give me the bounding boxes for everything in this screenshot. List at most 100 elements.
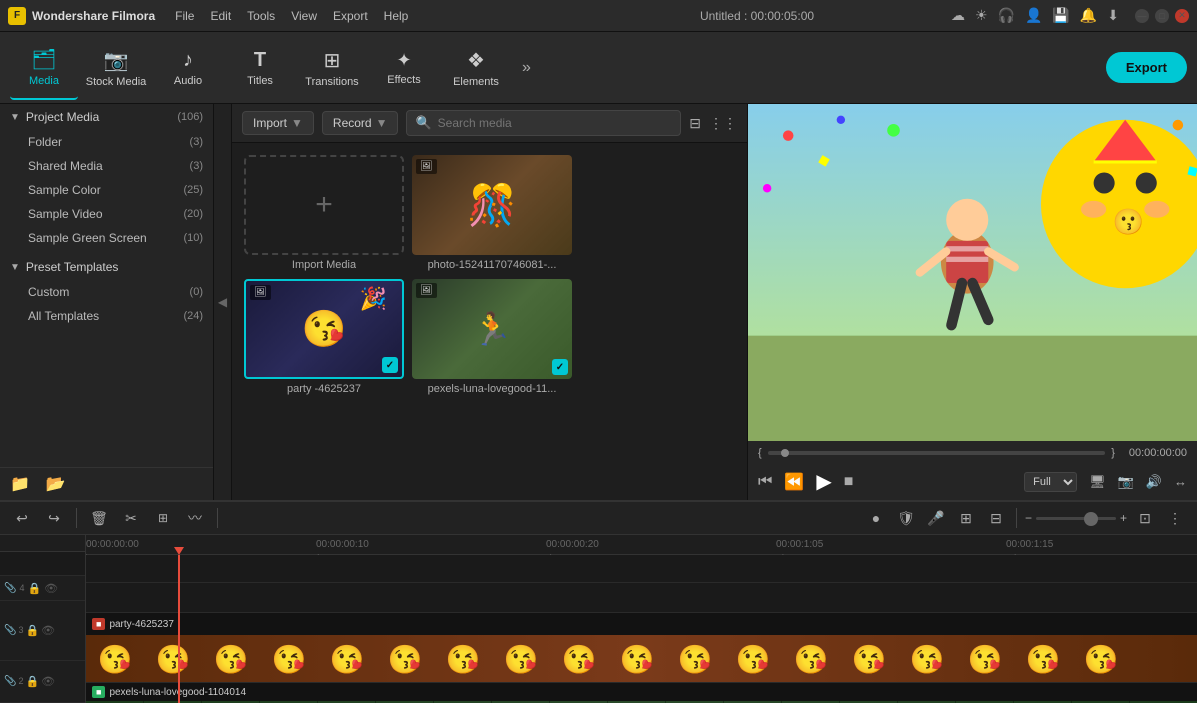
transitions-label: Transitions — [305, 76, 358, 88]
toolbar-elements[interactable]: ❖ Elements — [442, 36, 510, 100]
cloud-icon[interactable]: ☁ — [951, 7, 965, 24]
media-item-party[interactable]: 😘 🎉 🖼 ✓ party -4625237 — [244, 279, 404, 395]
toolbar-titles[interactable]: T Titles — [226, 36, 294, 100]
new-project-icon[interactable]: 📁 — [10, 474, 30, 494]
more-options-icon[interactable]: ⋮ — [1163, 506, 1187, 530]
toolbar-audio[interactable]: ♪ Audio — [154, 36, 222, 100]
clip-settings-button[interactable]: ⊞ — [151, 506, 175, 530]
timeline-zoom-slider[interactable] — [1036, 517, 1116, 520]
toolbar-more-button[interactable]: » — [514, 59, 539, 77]
account-icon[interactable]: 👤 — [1025, 7, 1042, 24]
track4-eye-icon[interactable]: 👁 — [44, 582, 58, 595]
headphone-icon[interactable]: 🎧 — [998, 7, 1015, 24]
toolbar-transitions[interactable]: ⊞ Transitions — [298, 36, 366, 100]
time-start-bracket: { — [758, 447, 762, 459]
prev-track-button[interactable]: ⏮ — [758, 473, 772, 491]
zoom-in-icon[interactable]: + — [1120, 511, 1127, 525]
volume-icon[interactable]: 🔊 — [1146, 474, 1162, 490]
stock-label: Stock Media — [86, 76, 147, 88]
fit-to-window-icon[interactable]: ⊡ — [1133, 506, 1157, 530]
audio-record-icon[interactable]: 🎤 — [924, 506, 948, 530]
zoom-control: − + — [1025, 511, 1127, 525]
open-folder-icon[interactable]: 📂 — [46, 474, 66, 494]
track4-lock-icon[interactable]: 🔒 — [27, 582, 41, 595]
toolbar-effects[interactable]: ✦ Effects — [370, 36, 438, 100]
all-templates-label: All Templates — [28, 309, 183, 323]
search-input[interactable] — [438, 116, 673, 130]
prev-frame-button[interactable]: ⏪ — [784, 472, 804, 492]
notification-icon[interactable]: 🔔 — [1080, 7, 1097, 24]
menu-view[interactable]: View — [291, 9, 317, 23]
clip-speed-icon[interactable]: ⊟ — [984, 506, 1008, 530]
track3-eye-icon[interactable]: 👁 — [41, 624, 55, 637]
sidebar-item-shared-media[interactable]: Shared Media (3) — [0, 154, 213, 178]
track4-number: 4 — [19, 583, 24, 593]
save-icon[interactable]: 💾 — [1052, 7, 1069, 24]
emoji-16: 😘 — [956, 635, 1014, 683]
sidebar-project-media[interactable]: ▼ Project Media (106) — [0, 104, 213, 130]
track4-snap-icon[interactable]: 📎 — [4, 583, 16, 594]
track-2-content[interactable]: ■ pexels-luna-lovegood-1104014 🏃 🏃 🏃 🏃 🏃… — [86, 683, 1197, 703]
titles-label: Titles — [247, 75, 273, 87]
sidebar-item-sample-green[interactable]: Sample Green Screen (10) — [0, 226, 213, 250]
party-type-icon: 🖼 — [250, 285, 271, 300]
filter-icon[interactable]: ⊟ — [689, 115, 701, 132]
zoom-select[interactable]: Full 50% 25% — [1024, 472, 1077, 492]
stabilize-icon[interactable]: 🛡 — [894, 506, 918, 530]
minimize-button[interactable]: — — [1135, 9, 1149, 23]
snapshot-icon[interactable]: 📷 — [1118, 474, 1134, 490]
toolbar-media[interactable]: 🗂 Media — [10, 36, 78, 100]
sidebar-item-folder[interactable]: Folder (3) — [0, 130, 213, 154]
import-button[interactable]: Import ▼ — [242, 111, 314, 135]
media-item-pexels[interactable]: 🏃 🖼 ✓ pexels-luna-lovegood-11... — [412, 279, 572, 395]
sidebar-item-sample-color[interactable]: Sample Color (25) — [0, 178, 213, 202]
menu-edit[interactable]: Edit — [210, 9, 231, 23]
undo-button[interactable]: ↩ — [10, 506, 34, 530]
menu-help[interactable]: Help — [384, 9, 409, 23]
record-button[interactable]: Record ▼ — [322, 111, 399, 135]
menu-file[interactable]: File — [175, 9, 194, 23]
display-mode-icon[interactable]: 🖥 — [1089, 474, 1106, 490]
sidebar-item-custom[interactable]: Custom (0) — [0, 280, 213, 304]
sidebar-preset-templates[interactable]: ▼ Preset Templates — [0, 254, 213, 280]
import-media-item[interactable]: + Import Media — [244, 155, 404, 271]
delete-clip-button[interactable]: 🗑 — [87, 506, 111, 530]
shared-media-count: (3) — [190, 160, 203, 172]
track-3-content[interactable]: ■ party-4625237 😘 😘 😘 😘 😘 😘 😘 😘 😘 — [86, 613, 1197, 683]
track3-lock-icon[interactable]: 🔒 — [25, 624, 39, 637]
toolbar-stock-media[interactable]: 📷 Stock Media — [82, 36, 150, 100]
track2-eye-icon[interactable]: 👁 — [41, 675, 55, 688]
import-dropdown-icon: ▼ — [291, 116, 303, 130]
preview-scrubber[interactable] — [768, 451, 1106, 455]
scene-split-icon[interactable]: ⊞ — [954, 506, 978, 530]
menu-tools[interactable]: Tools — [247, 9, 275, 23]
preview-timestamp: 00:00:00:00 — [1129, 447, 1187, 459]
download-icon[interactable]: ⬇ — [1107, 7, 1119, 24]
play-button[interactable]: ▶ — [816, 469, 831, 494]
stop-button[interactable]: ■ — [844, 473, 854, 491]
import-media-box[interactable]: + — [244, 155, 404, 255]
sidebar-item-all-templates[interactable]: All Templates (24) — [0, 304, 213, 328]
track2-snap-icon[interactable]: 📎 — [4, 676, 16, 687]
grid-view-icon[interactable]: ⋮⋮ — [709, 115, 737, 132]
theme-icon[interactable]: ☀ — [975, 7, 988, 24]
preset-templates-arrow: ▼ — [10, 262, 20, 273]
motion-track-icon[interactable]: ● — [864, 506, 888, 530]
maximize-button[interactable]: □ — [1155, 9, 1169, 23]
sidebar-item-sample-video[interactable]: Sample Video (20) — [0, 202, 213, 226]
zoom-out-icon[interactable]: − — [1025, 511, 1032, 525]
track3-snap-icon[interactable]: 📎 — [4, 625, 16, 636]
close-button[interactable]: ✕ — [1175, 9, 1189, 23]
track2-lock-icon[interactable]: 🔒 — [25, 675, 39, 688]
redo-button[interactable]: ↪ — [42, 506, 66, 530]
sidebar-collapse-button[interactable]: ◀ — [214, 104, 232, 500]
cut-button[interactable]: ✂ — [119, 506, 143, 530]
export-button[interactable]: Export — [1106, 52, 1187, 83]
menu-export[interactable]: Export — [333, 9, 368, 23]
timeline-ruler: 00:00:00:00 00:00:00:10 00:00:00:20 00:0… — [86, 535, 1197, 555]
audio-wave-button[interactable]: 〰 — [183, 506, 207, 530]
timeline-content: 00:00:00:00 00:00:00:10 00:00:00:20 00:0… — [86, 535, 1197, 703]
media-item-photo1[interactable]: 🎊 🖼 photo-15241170746081-... — [412, 155, 572, 271]
fullscreen-icon[interactable]: ↔ — [1174, 474, 1187, 489]
track-4-content[interactable] — [86, 583, 1197, 613]
